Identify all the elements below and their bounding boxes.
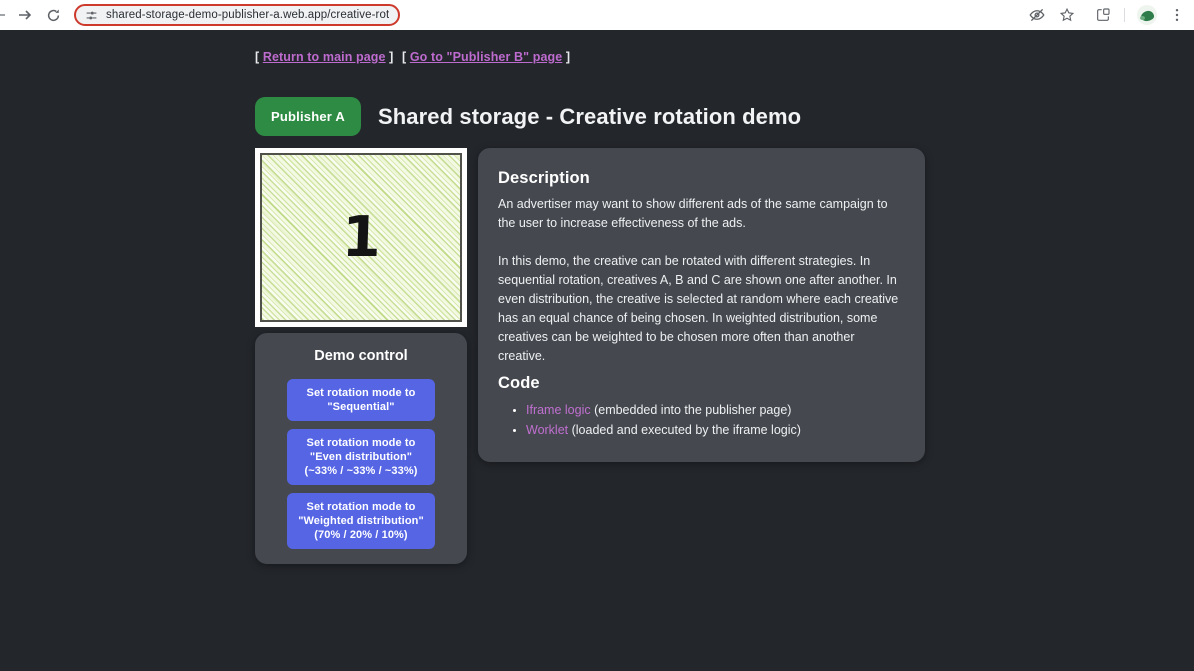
creative-number: 1 (341, 210, 382, 266)
address-bar[interactable]: shared-storage-demo-publisher-a.web.app/… (74, 4, 400, 26)
page-header: Publisher A Shared storage - Creative ro… (255, 97, 935, 136)
forward-button[interactable] (17, 7, 33, 23)
code-heading: Code (498, 374, 905, 393)
worklet-link[interactable]: Worklet (526, 423, 568, 437)
site-settings-icon[interactable] (85, 9, 98, 22)
iframe-logic-link[interactable]: Iframe logic (526, 403, 591, 417)
eye-off-icon (1028, 6, 1046, 24)
weighted-distribution-mode-button[interactable]: Set rotation mode to "Weighted distribut… (287, 493, 435, 549)
top-nav-links: [ Return to main page ] [ Go to "Publish… (255, 50, 935, 64)
browser-toolbar: shared-storage-demo-publisher-a.web.app/… (0, 0, 1194, 30)
extensions-button[interactable] (1095, 7, 1111, 23)
profile-avatar[interactable] (1137, 5, 1157, 25)
kebab-menu-icon (1170, 8, 1184, 22)
code-list-item: Iframe logic (embedded into the publishe… (526, 400, 905, 420)
description-heading: Description (498, 169, 905, 188)
publisher-b-page-link[interactable]: Go to "Publisher B" page (410, 50, 562, 64)
code-list-item: Worklet (loaded and executed by the ifra… (526, 420, 905, 440)
bracket: [ (402, 50, 406, 64)
code-item-text: (embedded into the publisher page) (591, 403, 792, 417)
toolbar-divider (1124, 8, 1125, 22)
return-main-page-link[interactable]: Return to main page (263, 50, 386, 64)
privacy-eye-button[interactable] (1028, 6, 1046, 24)
code-item-text: (loaded and executed by the iframe logic… (568, 423, 801, 437)
demo-control-panel: Demo control Set rotation mode to "Seque… (255, 333, 467, 564)
sequential-mode-button[interactable]: Set rotation mode to "Sequential" (287, 379, 435, 421)
description-paragraph: An advertiser may want to show different… (498, 195, 905, 233)
star-icon (1059, 7, 1075, 23)
bookmark-star-button[interactable] (1059, 7, 1075, 23)
reload-icon (46, 8, 61, 23)
code-list: Iframe logic (embedded into the publishe… (498, 400, 905, 440)
demo-control-title: Demo control (287, 348, 435, 364)
toolbar-right (1015, 5, 1194, 25)
creative-ad[interactable]: 1 (260, 153, 462, 322)
back-arrow-icon (0, 7, 7, 23)
ad-iframe: 1 (255, 148, 467, 327)
bracket: [ (255, 50, 259, 64)
left-column: 1 Demo control Set rotation mode to "Seq… (255, 148, 467, 564)
even-distribution-mode-button[interactable]: Set rotation mode to "Even distribution"… (287, 429, 435, 485)
nav-group-publisher-b: [ Go to "Publisher B" page ] (402, 50, 570, 64)
page-title: Shared storage - Creative rotation demo (378, 104, 801, 130)
back-button[interactable] (0, 7, 7, 23)
reload-button[interactable] (46, 8, 61, 23)
avatar-image-detail (1140, 16, 1145, 20)
extensions-icon (1095, 7, 1111, 23)
description-paragraph: In this demo, the creative can be rotate… (498, 252, 905, 366)
forward-arrow-icon (17, 7, 33, 23)
nav-group-main: [ Return to main page ] (255, 50, 393, 64)
chrome-menu-button[interactable] (1170, 8, 1184, 22)
bracket: ] (566, 50, 570, 64)
description-panel: Description An advertiser may want to sh… (478, 148, 925, 462)
url-text[interactable]: shared-storage-demo-publisher-a.web.app/… (106, 9, 389, 21)
page-body: [ Return to main page ] [ Go to "Publish… (0, 30, 1194, 671)
publisher-badge: Publisher A (255, 97, 361, 136)
bracket: ] (389, 50, 393, 64)
